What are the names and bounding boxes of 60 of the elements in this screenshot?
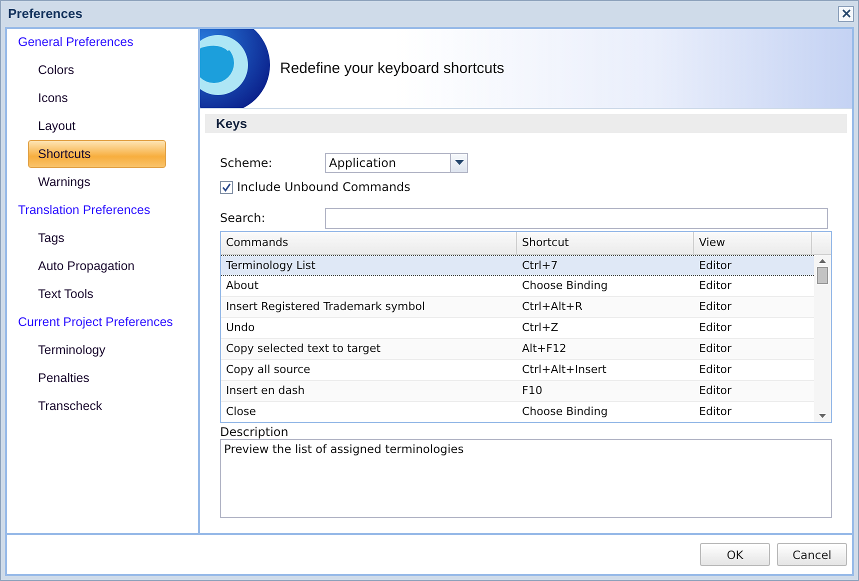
scrollbar[interactable] (814, 255, 831, 422)
table-cell-text: Choose Binding (521, 404, 609, 420)
table-cell-text: F10 (521, 383, 544, 399)
scheme-dropdown[interactable]: Application (325, 153, 468, 173)
banner-title: Redefine your keyboard shortcuts (280, 60, 504, 77)
table-cell-text: Insert Registered Trademark symbol (225, 299, 426, 315)
table-cell-text: About (225, 278, 260, 294)
section-header: Keys (205, 114, 847, 133)
table-cell-text: Ctrl+Z (521, 320, 560, 336)
column-header[interactable]: Shortcut (517, 232, 694, 254)
checkbox[interactable] (220, 180, 233, 194)
table-cell-text: Ctrl+Alt+Insert (521, 362, 608, 378)
table-row[interactable]: Insert Registered Trademark symbol Ctrl+Alt+R Editor (221, 297, 814, 318)
table-cell-text: Undo (225, 320, 256, 336)
dialog-button[interactable]: Cancel (777, 543, 847, 566)
column-header[interactable]: Commands (221, 232, 517, 254)
table-cell-text: Editor (698, 278, 733, 294)
table-row[interactable]: Terminology List Ctrl+7 Editor (221, 255, 814, 276)
table-cell-text: Editor (698, 299, 733, 315)
caret-icon (454, 160, 464, 166)
table-cell-text: Editor (698, 362, 733, 378)
table-cell-text: Copy selected text to target (225, 341, 382, 357)
sidebar-item[interactable]: Text Tools (28, 280, 166, 308)
table-cell-text: Editor (698, 258, 733, 274)
scroll-up-icon[interactable] (819, 259, 826, 263)
description-field[interactable]: Preview the list of assigned terminologies (220, 439, 832, 518)
sidebar-item[interactable]: Layout (28, 112, 166, 140)
search-label: Search: (220, 211, 266, 225)
table-row[interactable]: Insert en dash F10 Editor (221, 381, 814, 402)
table-cell-text: Close (225, 404, 257, 420)
checkbox-label: Include Unbound Commands (237, 180, 410, 194)
table-cell-text: Editor (698, 341, 733, 357)
table-cell-text: Choose Binding (521, 278, 609, 294)
scrollbar-thumb[interactable] (817, 267, 828, 284)
table-cell-text: Alt+F12 (521, 341, 568, 357)
search-field[interactable] (325, 208, 828, 228)
logo-icon (200, 29, 270, 108)
column-header[interactable]: View (694, 232, 812, 254)
table-cell-text: Copy all source (225, 362, 312, 378)
table-cell-text: Insert en dash (225, 383, 306, 399)
table-cell-text: Ctrl+Alt+R (521, 299, 584, 315)
close-icon (842, 9, 850, 18)
scroll-down-icon[interactable] (819, 414, 826, 418)
sidebar-item[interactable]: Icons (28, 84, 166, 112)
table-cell-text: Editor (698, 404, 733, 420)
sidebar-item[interactable]: Transcheck (28, 392, 166, 420)
table-cell-text: Editor (698, 383, 733, 399)
description-label: Description (220, 425, 290, 439)
table-cell-text: Ctrl+7 (521, 258, 559, 274)
scheme-label: Scheme: (220, 156, 274, 170)
close-button[interactable] (838, 6, 854, 22)
sidebar-item[interactable]: Warnings (28, 168, 166, 196)
table-row[interactable]: Copy selected text to target Alt+F12 Editor (221, 339, 814, 360)
sidebar-item[interactable]: Shortcuts (28, 140, 166, 168)
dialog-button[interactable]: OK (700, 543, 770, 566)
window-title: Preferences (8, 6, 82, 21)
table-cell-text: Editor (698, 320, 733, 336)
table-cell-text: Terminology List (225, 258, 316, 274)
sidebar-item[interactable]: Auto Propagation (28, 252, 166, 280)
sidebar-item[interactable]: Penalties (28, 364, 166, 392)
